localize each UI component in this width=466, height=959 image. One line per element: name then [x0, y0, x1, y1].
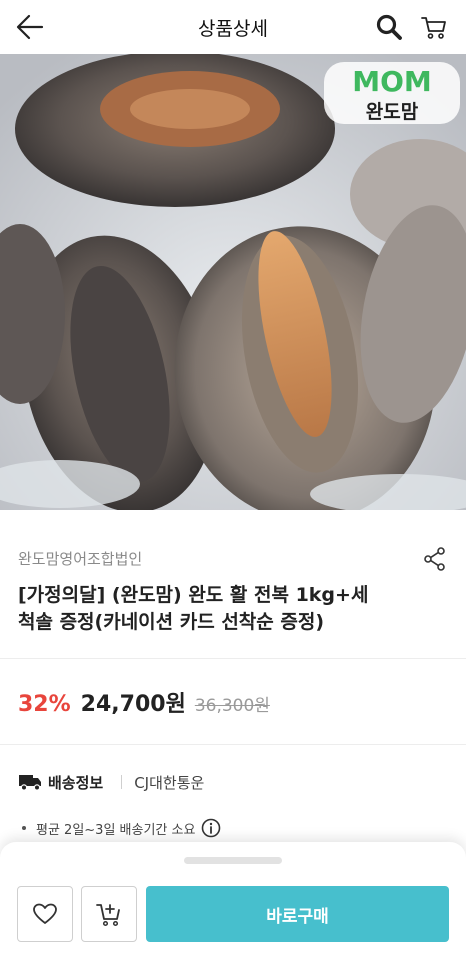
bullet: [22, 826, 26, 830]
product-title-line-2: 척솔 증정(카네이션 카드 선착순 증정): [18, 611, 325, 633]
sale-price: 24,700원: [80, 692, 186, 717]
add-to-cart-button[interactable]: [81, 886, 137, 942]
original-price: 36,300원: [194, 696, 270, 716]
bottom-purchase-bar: 바로구매: [0, 842, 466, 959]
shipping-label: 배송정보: [48, 773, 104, 792]
logo-sub-text: 완도맘: [366, 101, 419, 123]
seller-name[interactable]: 완도맘영어조합법인: [18, 548, 142, 569]
buy-now-button[interactable]: 바로구매: [146, 886, 449, 942]
price-row: 32% 24,700원 36,300원: [18, 686, 270, 720]
truck-icon: [19, 775, 41, 791]
divider: [0, 658, 466, 659]
wishlist-button[interactable]: [17, 886, 73, 942]
divider: [0, 744, 466, 745]
add-cart-icon: [96, 904, 120, 927]
cart-icon[interactable]: [419, 12, 449, 42]
logo-mom-text: MOM: [352, 65, 432, 98]
info-icon[interactable]: [201, 818, 221, 838]
top-app-bar: 상품상세: [0, 0, 466, 54]
shipping-separator: [121, 775, 123, 789]
search-icon[interactable]: [374, 12, 404, 42]
share-icon[interactable]: [422, 546, 448, 572]
shipping-info-row: 배송정보 CJ대한통운: [18, 768, 204, 796]
brand-logo: MOM 완도맘: [322, 58, 462, 128]
discount-rate: 32%: [18, 692, 71, 717]
shipping-carrier: CJ대한통운: [134, 773, 205, 792]
product-title-line-1: [가정의달] (완도맘) 완도 활 전복 1kg+세: [18, 584, 369, 606]
shipping-note: 평균 2일~3일 배송기간 소요: [18, 816, 221, 840]
shipping-note-text: 평균 2일~3일 배송기간 소요: [36, 822, 196, 838]
heart-icon: [33, 903, 57, 924]
product-title: [가정의달] (완도맘) 완도 활 전복 1kg+세 척솔 증정(카네이션 카드…: [18, 582, 438, 636]
sheet-handle[interactable]: [184, 857, 282, 864]
